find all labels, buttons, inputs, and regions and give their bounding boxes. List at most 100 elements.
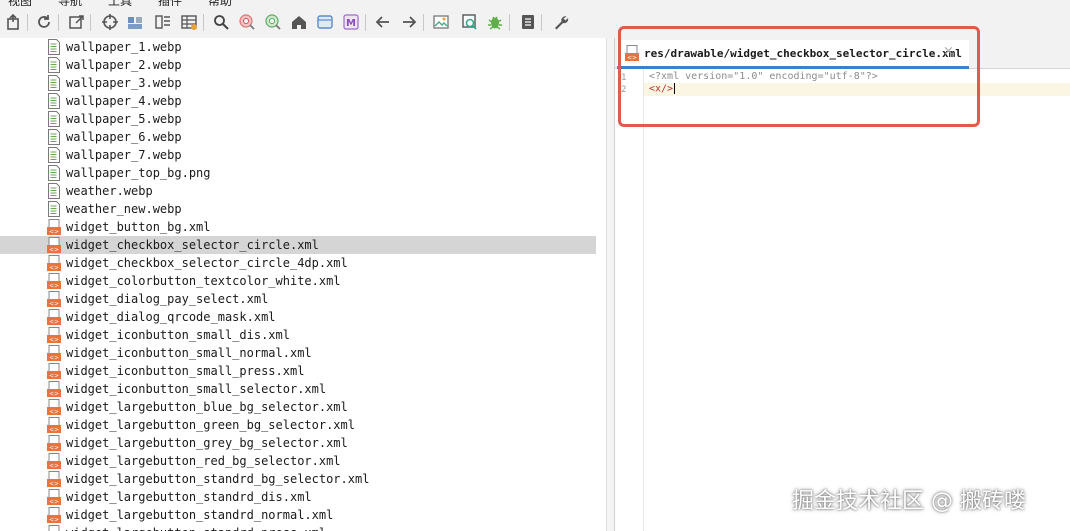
back-arrow-icon[interactable] (372, 11, 394, 33)
svg-text:<>: <> (49, 301, 59, 308)
tree-item[interactable]: <> widget_largebutton_standrd_press.xml (0, 524, 596, 531)
xml-file-icon: <> (47, 363, 61, 380)
xml-file-icon: <> (47, 453, 61, 470)
image-file-icon (47, 93, 61, 109)
svg-text:<>: <> (49, 229, 59, 236)
tree-item-label: widget_iconbutton_small_press.xml (66, 364, 305, 378)
tree-item[interactable]: wallpaper_top_bg.png (0, 164, 596, 182)
tree-item-label: widget_largebutton_standrd_bg_selector.x… (66, 472, 370, 486)
tree-item[interactable]: <> widget_dialog_qrcode_mask.xml (0, 308, 596, 326)
toolbar-separator (203, 14, 204, 31)
manifest-icon[interactable]: M (340, 11, 362, 33)
image-file-icon (47, 75, 61, 91)
tree-item[interactable]: wallpaper_6.webp (0, 128, 596, 146)
tree-item[interactable]: <> widget_iconbutton_small_dis.xml (0, 326, 596, 344)
image-view-icon[interactable] (430, 11, 452, 33)
xml-file-icon: <> (47, 327, 61, 344)
package-icon[interactable] (124, 11, 146, 33)
tree-item[interactable]: <> widget_colorbutton_textcolor_white.xml (0, 272, 596, 290)
tree-item[interactable]: <> widget_iconbutton_small_normal.xml (0, 344, 596, 362)
settings-wrench-icon[interactable] (550, 11, 572, 33)
tree-item-label: widget_largebutton_green_bg_selector.xml (66, 418, 355, 432)
forward-arrow-icon[interactable] (398, 11, 420, 33)
tree-item[interactable]: <> widget_largebutton_standrd_dis.xml (0, 488, 596, 506)
tree-item[interactable]: <> widget_largebutton_blue_bg_selector.xm… (0, 398, 596, 416)
svg-text:<>: <> (49, 355, 59, 362)
svg-text:<>: <> (49, 319, 59, 326)
image-file-icon (47, 165, 61, 181)
xml-file-icon: <> (47, 219, 61, 236)
svg-text:<>: <> (49, 409, 59, 416)
tree-item[interactable]: wallpaper_1.webp (0, 38, 596, 56)
xml-file-icon: <> (47, 255, 61, 272)
export-icon[interactable] (66, 11, 88, 33)
svg-text:<>: <> (49, 283, 59, 290)
toolbar-separator (58, 14, 59, 31)
tree-item[interactable]: <> widget_iconbutton_small_selector.xml (0, 380, 596, 398)
toolbar-separator (509, 14, 510, 31)
list-view-icon[interactable] (152, 11, 174, 33)
open-file-icon[interactable] (3, 11, 25, 33)
svg-text:<>: <> (49, 373, 59, 380)
xml-file-icon: <> (47, 309, 61, 326)
line-number-gutter: 12 (615, 69, 644, 531)
tree-item-label: widget_button_bg.xml (66, 220, 211, 234)
image-file-icon (47, 183, 61, 199)
tree-item[interactable]: wallpaper_7.webp (0, 146, 596, 164)
xml-file-icon: <> (47, 489, 61, 506)
home-icon[interactable] (288, 11, 310, 33)
tree-item[interactable]: <> widget_largebutton_standrd_bg_selector… (0, 470, 596, 488)
image-file-icon (47, 129, 61, 145)
tree-item[interactable]: <> widget_largebutton_grey_bg_selector.xm… (0, 434, 596, 452)
image-file-icon (47, 147, 61, 163)
toolbar-separator (90, 14, 91, 31)
tree-item[interactable]: <> widget_largebutton_green_bg_selector.x… (0, 416, 596, 434)
log-icon[interactable] (517, 11, 539, 33)
tree-item[interactable]: <> widget_checkbox_selector_circle_4dp.xm… (0, 254, 596, 272)
tree-item[interactable]: wallpaper_4.webp (0, 92, 596, 110)
tree-item-label: widget_dialog_qrcode_mask.xml (66, 310, 276, 324)
search-class-icon[interactable] (236, 11, 258, 33)
xml-file-icon: <> (47, 507, 61, 524)
table-grid-icon[interactable] (178, 11, 200, 33)
tree-item-label: widget_iconbutton_small_normal.xml (66, 346, 312, 360)
toolbar-separator (541, 14, 542, 31)
tree-item[interactable]: wallpaper_5.webp (0, 110, 596, 128)
tree-item-label: weather.webp (66, 184, 153, 198)
tree-item[interactable]: weather.webp (0, 182, 596, 200)
refresh-icon[interactable] (33, 11, 55, 33)
toolbar-separator (365, 14, 366, 31)
window-icon[interactable] (314, 11, 336, 33)
tree-item[interactable]: <> widget_iconbutton_small_press.xml (0, 362, 596, 380)
tree-item-label: widget_largebutton_standrd_normal.xml (66, 508, 334, 522)
tree-item[interactable]: wallpaper_3.webp (0, 74, 596, 92)
xml-file-icon: <> (47, 381, 61, 398)
target-icon[interactable] (99, 11, 121, 33)
search-usage-icon[interactable] (262, 11, 284, 33)
deobfuscate-icon[interactable] (458, 11, 480, 33)
tree-item[interactable]: wallpaper_2.webp (0, 56, 596, 74)
tree-item[interactable]: weather_new.webp (0, 200, 596, 218)
tree-item-label: widget_largebutton_red_bg_selector.xml (66, 454, 341, 468)
tree-item-label: wallpaper_7.webp (66, 148, 182, 162)
annotation-highlight-box (618, 26, 980, 127)
tree-item-label: widget_checkbox_selector_circle_4dp.xml (66, 256, 348, 270)
tree-item[interactable]: <> widget_largebutton_standrd_normal.xml (0, 506, 596, 524)
xml-file-icon: <> (47, 273, 61, 290)
image-file-icon (47, 57, 61, 73)
svg-text:<>: <> (49, 427, 59, 434)
search-icon[interactable] (210, 11, 232, 33)
tree-item[interactable]: <> widget_checkbox_selector_circle.xml (0, 236, 596, 254)
image-file-icon (47, 201, 61, 217)
xml-file-icon: <> (47, 417, 61, 434)
debug-bug-icon[interactable] (484, 11, 506, 33)
xml-file-icon: <> (47, 237, 61, 254)
tree-item[interactable]: <> widget_dialog_pay_select.xml (0, 290, 596, 308)
tree-item[interactable]: <> widget_largebutton_red_bg_selector.xml (0, 452, 596, 470)
svg-text:<>: <> (49, 463, 59, 470)
xml-file-icon: <> (47, 345, 61, 362)
tree-item-label: wallpaper_6.webp (66, 130, 182, 144)
tree-item[interactable]: <> widget_button_bg.xml (0, 218, 596, 236)
tree-item-label: widget_largebutton_blue_bg_selector.xml (66, 400, 348, 414)
tree-item-label: widget_largebutton_grey_bg_selector.xml (66, 436, 348, 450)
